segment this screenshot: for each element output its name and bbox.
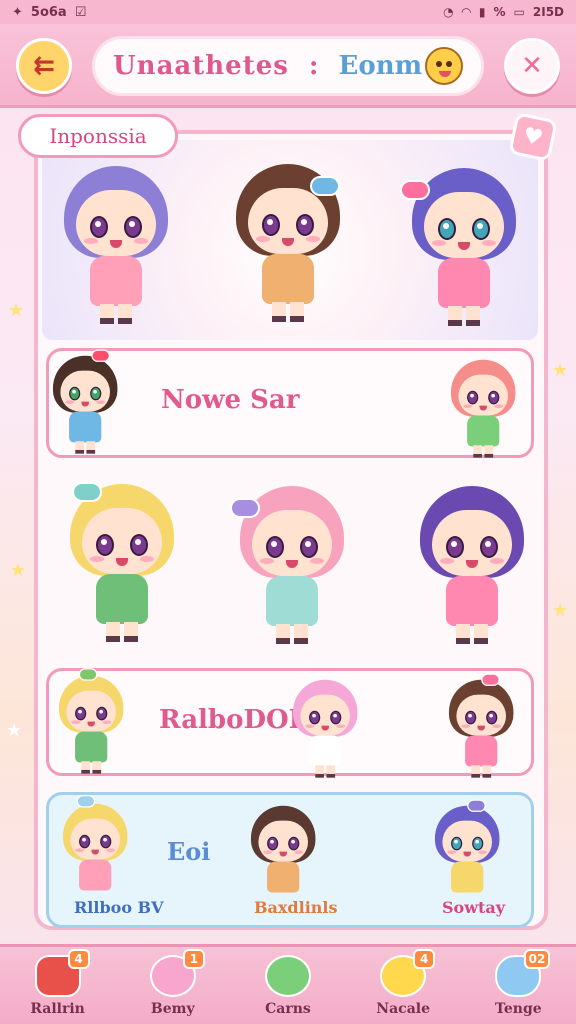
nav-badge: 4 [67,948,90,969]
section-tab[interactable]: Inponssia [18,114,178,158]
cellular-icon: ▮ [478,5,486,19]
character-avatar[interactable] [446,356,520,461]
back-button[interactable]: ⇇ [16,38,72,94]
status-extra: 2I5D [532,5,564,19]
notification-icon: ☑ [74,4,87,20]
nav-item-nacale[interactable]: 4 Nacale [353,948,453,1017]
bow-icon [230,498,260,518]
nav-item-bemy[interactable]: 1 Bemy [123,948,223,1017]
battery-percent: % [493,5,506,19]
character-avatar[interactable] [56,160,176,330]
heart-icon: ♥ [520,122,546,152]
alarm-icon: ◔ [443,5,454,19]
bow-icon [310,176,340,196]
character-name: Baxdlinls [254,898,338,917]
character-avatar[interactable] [400,162,524,332]
nav-label: Bemy [150,1000,195,1017]
page-subtitle: Eonm [338,51,423,81]
nav-item-rallrin[interactable]: 4 Rallrin [8,948,108,1017]
nav-label: Carns [265,1000,311,1017]
star-icon: ★ [552,360,569,381]
star-icon: ★ [552,600,569,621]
bottom-nav: 4 Rallrin 1 Bemy Carns 4 Nacale 02 Tenge [0,944,576,1024]
status-bar: ✦ 5o6a ☑ ◔ ◠ ▮ % ▭ 2I5D [0,0,576,24]
bow-icon [76,795,96,808]
title-bar: Unaathetes : Eonm [92,36,484,96]
character-avatar[interactable] [58,795,132,905]
nav-label: Rallrin [30,1000,85,1017]
favorite-button[interactable]: ♥ [508,112,558,162]
character-avatar[interactable] [230,480,352,650]
character-name: Rllboo BV [74,898,164,917]
nav-item-tenge[interactable]: 02 Tenge [468,948,568,1017]
bow-icon [400,180,430,200]
bow-icon [91,349,110,362]
bow-icon [467,799,486,812]
status-time: 5o6a [30,4,67,20]
signal-icon: ✦ [12,4,23,20]
character-name: Sowtay [442,898,506,917]
star-icon: ★ [10,560,27,581]
character-avatar[interactable] [228,158,348,328]
nav-badge: 02 [523,948,551,969]
character-avatar[interactable] [54,668,128,777]
star-icon: ★ [8,300,25,321]
star-icon: ★ [6,720,23,741]
close-icon: ✕ [521,51,543,81]
back-arrow-icon: ⇇ [33,51,55,81]
nav-label: Nacale [376,1000,430,1017]
wifi-icon: ◠ [461,5,471,19]
character-avatar[interactable] [288,676,362,781]
character-avatar[interactable] [48,349,122,457]
character-avatar[interactable] [430,799,504,907]
app-header: ⇇ Unaathetes : Eonm ✕ [0,24,576,108]
nav-badge: 1 [182,948,205,969]
slime-icon [264,954,311,997]
nav-badge: 4 [413,948,436,969]
nav-item-carns[interactable]: Carns [238,954,338,1017]
bow-icon [481,673,500,686]
section-tab-label: Inponssia [49,124,147,148]
battery-icon: ▭ [513,5,525,19]
character-avatar[interactable] [246,802,320,907]
character-avatar[interactable] [412,480,532,650]
page-title: Unaathetes [113,51,289,81]
title-separator: : [308,51,319,81]
close-button[interactable]: ✕ [504,38,560,94]
card-title: Eoi [167,837,211,866]
bow-icon [78,668,98,681]
bow-icon [72,482,102,502]
nav-label: Tenge [495,1000,542,1017]
smiley-face-icon[interactable] [425,47,463,85]
card-title: Nowe Sar [161,385,300,415]
character-avatar[interactable] [62,478,182,648]
character-avatar[interactable] [444,673,518,781]
